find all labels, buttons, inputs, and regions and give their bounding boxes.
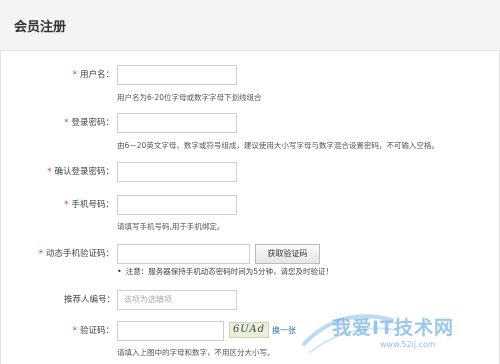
phone-label: * 手机号码：: [64, 198, 114, 210]
captcha-image[interactable]: 6UAd: [229, 322, 269, 338]
captcha-label: * 验证码：: [73, 324, 114, 336]
required-mark: *: [64, 200, 69, 210]
captcha-refresh-link[interactable]: 换一张: [272, 325, 296, 336]
required-mark: *: [38, 249, 43, 259]
watermark-text: 我爱IT技术网: [332, 317, 455, 339]
sms-code-label: * 动态手机验证码：: [39, 247, 114, 259]
sms-notice: • 注意：服务器保持手机动态密码时间为5分钟，请您及时验证！: [117, 266, 333, 277]
page-header: 会员注册: [0, 0, 500, 51]
required-mark: *: [72, 70, 77, 80]
phone-input[interactable]: [117, 195, 237, 215]
password-label: * 登录密码：: [64, 116, 114, 128]
sms-code-label-text: 动态手机验证码：: [45, 249, 114, 259]
username-hint: 用户名为6-20位字母或数字字母下划线组合: [117, 93, 262, 102]
username-label: * 用户名：: [73, 68, 114, 80]
phone-label-text: 手机号码：: [71, 200, 114, 210]
username-input[interactable]: [117, 65, 237, 85]
bullet-icon: •: [117, 267, 122, 276]
required-mark: *: [47, 167, 52, 177]
required-mark: *: [64, 118, 69, 128]
password-hint: 由6—20英文字母、数字或符号组成，建议使用大小写字母与数字混合设置密码，不可输…: [117, 141, 439, 150]
referrer-input[interactable]: 该项为选填项: [117, 290, 237, 310]
password-input[interactable]: [117, 113, 237, 133]
get-sms-code-button[interactable]: 获取验证码: [255, 244, 320, 264]
phone-hint: 请填写手机号码,用于手机绑定。: [117, 222, 225, 231]
captcha-label-text: 验证码：: [79, 326, 114, 336]
sms-notice-text: 注意：服务器保持手机动态密码时间为5分钟，请您及时验证！: [125, 267, 333, 276]
password-label-text: 登录密码：: [71, 118, 114, 128]
confirm-password-label: * 确认登录密码：: [47, 165, 114, 177]
left-border: [0, 50, 1, 364]
username-label-text: 用户名：: [79, 70, 114, 80]
confirm-password-label-text: 确认登录密码：: [54, 167, 114, 177]
required-mark: *: [72, 326, 77, 336]
captcha-input[interactable]: [117, 321, 224, 341]
sms-code-input[interactable]: [117, 244, 250, 264]
page-title: 会员注册: [14, 20, 67, 35]
watermark-url: www.52ij.com: [380, 340, 436, 349]
confirm-password-input[interactable]: [117, 162, 237, 182]
captcha-hint: 请填入上图中的字母和数字，不用区分大小写。: [117, 348, 275, 357]
referrer-label: 推荐人编号：: [63, 295, 115, 305]
